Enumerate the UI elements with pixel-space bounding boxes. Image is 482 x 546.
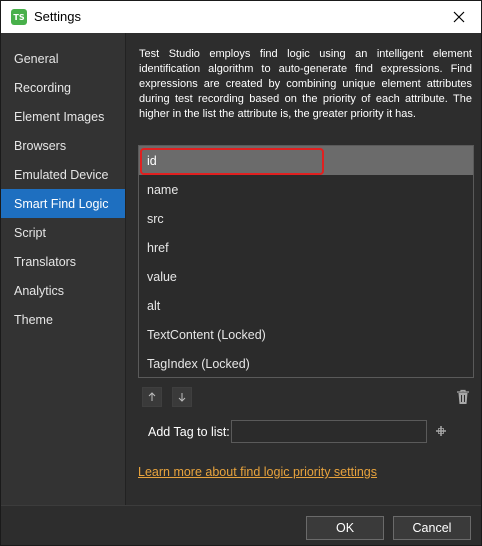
description-text: Test Studio employs find logic using an …	[139, 48, 472, 120]
attribute-label: src	[147, 211, 164, 226]
sidebar-item-label: Emulated Device	[14, 167, 109, 182]
attribute-label: TextContent (Locked)	[147, 327, 266, 342]
add-tag-button[interactable]	[435, 425, 447, 437]
attribute-label: href	[147, 240, 169, 255]
sidebar-item-analytics[interactable]: Analytics	[1, 276, 125, 305]
move-up-button[interactable]	[142, 387, 162, 407]
attribute-priority-list[interactable]: id name src href value alt TextContent (…	[138, 145, 474, 378]
settings-window: TS Settings General Recording Element Im…	[0, 0, 482, 546]
sidebar-item-label: Analytics	[14, 283, 65, 298]
list-item[interactable]: TextContent (Locked)	[139, 320, 473, 349]
list-item[interactable]: name	[139, 175, 473, 204]
sidebar-item-general[interactable]: General	[1, 44, 125, 73]
add-tag-label: Add Tag to list:	[148, 425, 230, 439]
sidebar-item-label: General	[14, 51, 59, 66]
sidebar-item-emulated-device[interactable]: Emulated Device	[1, 160, 125, 189]
list-item[interactable]: src	[139, 204, 473, 233]
sidebar-item-element-images[interactable]: Element Images	[1, 102, 125, 131]
ok-button[interactable]: OK	[306, 516, 384, 540]
attribute-label: name	[147, 182, 179, 197]
sidebar-item-smart-find-logic[interactable]: Smart Find Logic	[1, 189, 125, 218]
sidebar-item-label: Theme	[14, 312, 53, 327]
sidebar-item-label: Element Images	[14, 109, 105, 124]
list-item[interactable]: id	[139, 146, 473, 175]
app-icon: TS	[11, 9, 27, 25]
sidebar-item-browsers[interactable]: Browsers	[1, 131, 125, 160]
list-item[interactable]: href	[139, 233, 473, 262]
close-button[interactable]	[437, 1, 481, 33]
arrow-down-icon	[178, 393, 186, 402]
dialog-footer: OK Cancel	[1, 505, 481, 545]
sidebar-item-label: Recording	[14, 80, 71, 95]
attribute-label: id	[147, 153, 157, 168]
sidebar-item-label: Translators	[14, 254, 77, 269]
sidebar-item-theme[interactable]: Theme	[1, 305, 125, 334]
move-down-button[interactable]	[172, 387, 192, 407]
trash-icon	[457, 389, 469, 404]
list-item[interactable]: alt	[139, 291, 473, 320]
sidebar-item-recording[interactable]: Recording	[1, 73, 125, 102]
sidebar-item-label: Smart Find Logic	[14, 196, 109, 211]
attribute-label: TagIndex (Locked)	[147, 356, 250, 371]
cancel-button[interactable]: Cancel	[393, 516, 471, 540]
sidebar-item-label: Browsers	[14, 138, 67, 153]
add-tag-input[interactable]	[231, 420, 427, 443]
list-item[interactable]: value	[139, 262, 473, 291]
window-title: Settings	[34, 9, 81, 24]
attribute-label: alt	[147, 298, 161, 313]
sidebar-item-script[interactable]: Script	[1, 218, 125, 247]
sidebar: General Recording Element Images Browser…	[1, 33, 125, 505]
title-bar: TS Settings	[1, 1, 481, 33]
arrow-up-icon	[148, 392, 156, 401]
learn-more-link[interactable]: Learn more about find logic priority set…	[138, 465, 377, 479]
attribute-label: value	[147, 269, 177, 284]
close-icon	[453, 11, 465, 23]
delete-button[interactable]	[456, 389, 472, 407]
plus-icon	[436, 426, 446, 436]
sidebar-item-translators[interactable]: Translators	[1, 247, 125, 276]
list-item[interactable]: TagIndex (Locked)	[139, 349, 473, 378]
sidebar-item-label: Script	[14, 225, 46, 240]
smart-find-logic-panel: Test Studio employs find logic using an …	[125, 33, 481, 505]
